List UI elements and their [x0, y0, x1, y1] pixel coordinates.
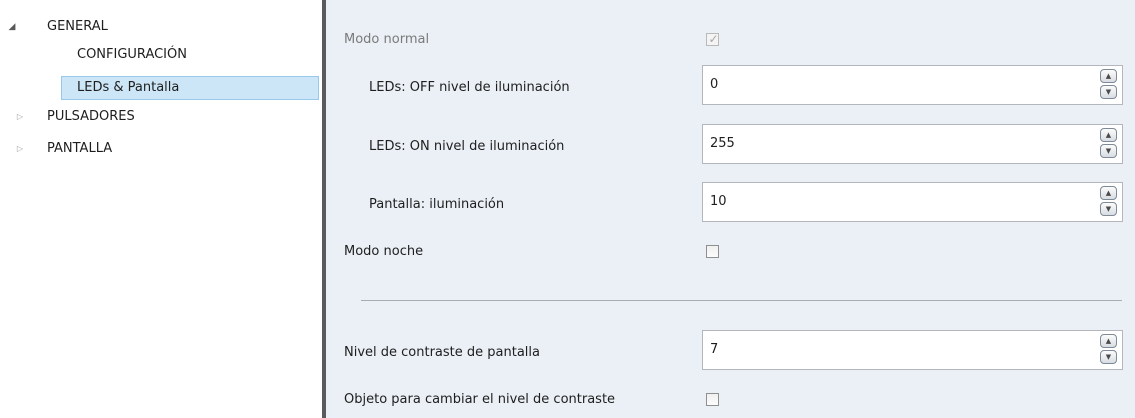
leds-on-value[interactable]: 255: [710, 125, 735, 163]
spin-down-icon[interactable]: ▼: [1100, 202, 1117, 216]
expanded-arrow-icon[interactable]: ◢: [6, 16, 18, 38]
tree-item-label: PULSADORES: [47, 109, 135, 124]
modo-normal-label: Modo normal: [344, 32, 430, 47]
spin-buttons: ▲ ▼: [1100, 69, 1117, 101]
collapsed-arrow-icon[interactable]: ▷: [14, 138, 26, 160]
leds-on-spinbox[interactable]: 255 ▲ ▼: [702, 124, 1123, 164]
contraste-label: Nivel de contraste de pantalla: [344, 345, 540, 360]
pantalla-iluminacion-label: Pantalla: iluminación: [369, 197, 505, 212]
tree-item-pulsadores[interactable]: ▷ PULSADORES: [0, 106, 320, 128]
tree-item-configuracion[interactable]: CONFIGURACIÓN: [0, 44, 320, 66]
modo-noche-checkbox[interactable]: [706, 245, 719, 258]
spin-buttons: ▲ ▼: [1100, 128, 1117, 160]
tree-item-general[interactable]: ◢ GENERAL: [0, 16, 320, 38]
pantalla-iluminacion-spinbox[interactable]: 10 ▲ ▼: [702, 182, 1123, 222]
spin-up-icon[interactable]: ▲: [1100, 128, 1117, 142]
window: ◢ GENERAL CONFIGURACIÓN LEDs & Pantalla …: [0, 0, 1135, 418]
spin-buttons: ▲ ▼: [1100, 186, 1117, 218]
tree-item-label: PANTALLA: [47, 141, 113, 156]
contraste-spinbox[interactable]: 7 ▲ ▼: [702, 330, 1123, 370]
spin-up-icon[interactable]: ▲: [1100, 69, 1117, 83]
spin-down-icon[interactable]: ▼: [1100, 144, 1117, 158]
objeto-contraste-label: Objeto para cambiar el nivel de contrast…: [344, 392, 616, 407]
objeto-contraste-checkbox[interactable]: [706, 393, 719, 406]
tree-item-leds-pantalla[interactable]: LEDs & Pantalla: [61, 76, 319, 100]
leds-on-label: LEDs: ON nivel de iluminación: [369, 139, 565, 154]
tree-item-label: CONFIGURACIÓN: [77, 47, 187, 62]
parameters-panel: Modo normal ✓ LEDs: OFF nivel de ilumina…: [326, 0, 1135, 418]
pantalla-iluminacion-value[interactable]: 10: [710, 183, 727, 221]
modo-noche-label: Modo noche: [344, 244, 424, 259]
modo-normal-checkbox[interactable]: ✓: [706, 32, 719, 46]
tree-item-label: GENERAL: [47, 19, 108, 34]
spin-up-icon[interactable]: ▲: [1100, 334, 1117, 348]
spin-down-icon[interactable]: ▼: [1100, 350, 1117, 364]
contraste-value[interactable]: 7: [710, 331, 718, 369]
leds-off-spinbox[interactable]: 0 ▲ ▼: [702, 65, 1123, 105]
tree-item-pantalla[interactable]: ▷ PANTALLA: [0, 138, 320, 160]
section-divider: [361, 300, 1122, 301]
parameter-tree: ◢ GENERAL CONFIGURACIÓN LEDs & Pantalla …: [0, 0, 322, 418]
spin-buttons: ▲ ▼: [1100, 334, 1117, 366]
leds-off-label: LEDs: OFF nivel de iluminación: [369, 80, 570, 95]
spin-down-icon[interactable]: ▼: [1100, 85, 1117, 99]
collapsed-arrow-icon[interactable]: ▷: [14, 106, 26, 128]
spin-up-icon[interactable]: ▲: [1100, 186, 1117, 200]
checkmark-icon: ✓: [708, 32, 719, 46]
leds-off-value[interactable]: 0: [710, 66, 718, 104]
tree-item-label: LEDs & Pantalla: [77, 80, 180, 95]
